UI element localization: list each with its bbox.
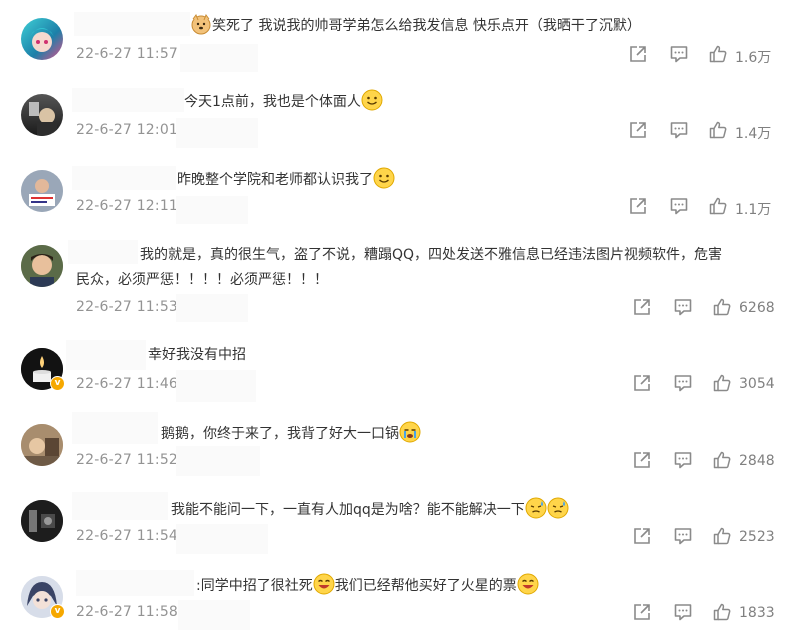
photo-avatar-icon [21, 424, 63, 466]
avatar[interactable] [21, 500, 63, 542]
photo-avatar-icon [29, 102, 57, 136]
comment-text-line2: 民众，必须严惩！！！！必须严惩！！！ [76, 272, 328, 288]
comment-text: 昨晚整个学院和老师都认识我了 [177, 167, 395, 193]
comment-actions: 2523 [632, 526, 792, 546]
anime-avatar-icon [29, 28, 55, 52]
photo-avatar-icon [21, 170, 63, 212]
date-redacted [176, 294, 248, 322]
comment-actions: 2848 [632, 450, 792, 470]
date-redacted [176, 446, 260, 476]
like-icon[interactable] [712, 373, 732, 393]
share-icon[interactable] [632, 297, 652, 317]
like-count: 1.1万 [735, 202, 772, 218]
comment-icon[interactable] [673, 297, 693, 317]
share-icon[interactable] [628, 44, 648, 64]
like-count: 1833 [739, 605, 775, 621]
username-redacted[interactable] [72, 492, 168, 520]
comment-date: 22-6-27 12:11 [76, 198, 179, 214]
like-count: 2848 [739, 453, 775, 469]
username-redacted[interactable] [74, 12, 190, 36]
comment-actions: 1.6万 [628, 44, 788, 66]
like-icon[interactable] [712, 297, 732, 317]
date-redacted [178, 600, 250, 630]
smile-emoji-icon [373, 167, 395, 189]
verified-badge-icon: v [50, 604, 65, 619]
comment-actions: 1.1万 [628, 196, 788, 218]
username-redacted[interactable] [66, 340, 146, 370]
share-icon[interactable] [628, 196, 648, 216]
avatar[interactable] [21, 18, 63, 60]
share-icon[interactable] [628, 120, 648, 140]
comment-text: 笑死了 我说我的帅哥学弟怎么给我发信息 快乐点开（我晒干了沉默） [190, 13, 641, 39]
crying-emoji-icon [399, 421, 421, 443]
comment-icon[interactable] [669, 120, 689, 140]
sweat-emoji-icon [525, 497, 547, 519]
like-icon[interactable] [712, 450, 732, 470]
comment-actions: 3054 [632, 373, 792, 393]
comment-icon[interactable] [673, 450, 693, 470]
date-redacted [180, 44, 258, 72]
date-redacted [176, 118, 258, 148]
like-icon[interactable] [708, 196, 728, 216]
like-count: 6268 [739, 300, 775, 316]
photo-avatar-icon [21, 500, 63, 542]
comment-text: 今天1点前，我也是个体面人 [184, 89, 383, 115]
avatar[interactable] [21, 170, 63, 212]
sweat-emoji-icon [547, 497, 569, 519]
date-redacted [176, 370, 256, 402]
grin-emoji-icon [517, 573, 539, 595]
share-icon[interactable] [632, 450, 652, 470]
like-icon[interactable] [708, 44, 728, 64]
like-icon[interactable] [712, 602, 732, 622]
like-count: 3054 [739, 376, 775, 392]
username-redacted[interactable] [72, 88, 184, 112]
username-redacted[interactable] [72, 412, 158, 444]
username-redacted[interactable] [72, 166, 176, 190]
comment-actions: 1833 [632, 602, 792, 622]
share-icon[interactable] [632, 526, 652, 546]
avatar[interactable] [21, 94, 63, 136]
username-redacted[interactable] [68, 240, 138, 264]
smile-emoji-icon [361, 89, 383, 111]
grin-emoji-icon [313, 573, 335, 595]
comment-icon[interactable] [669, 44, 689, 64]
comment-date: 22-6-27 11:53 [76, 299, 179, 315]
comment-icon[interactable] [673, 526, 693, 546]
comment-text: 幸好我没有中招 [148, 347, 246, 363]
share-icon[interactable] [632, 602, 652, 622]
comment-date: 22-6-27 11:54 [76, 528, 179, 544]
comment-date: 22-6-27 11:52 [76, 452, 179, 468]
like-count: 2523 [739, 529, 775, 545]
comment-date: 22-6-27 11:58 [76, 604, 179, 620]
comment-icon[interactable] [673, 373, 693, 393]
comment-text: 鹅鹅，你终于来了，我背了好大一口锅 [161, 421, 421, 447]
date-redacted [176, 524, 268, 554]
comment-date: 22-6-27 12:01 [76, 122, 179, 138]
avatar[interactable] [21, 245, 63, 287]
avatar[interactable] [21, 424, 63, 466]
username-redacted[interactable] [76, 570, 194, 596]
verified-badge-icon: v [50, 376, 65, 391]
comment-text: 我能不能问一下，一直有人加qq是为啥？能不能解决一下 [171, 497, 569, 523]
photo-avatar-icon [21, 245, 63, 287]
date-redacted [176, 196, 248, 224]
doge-emoji-icon [190, 13, 212, 35]
comment-date: 22-6-27 11:46 [76, 376, 179, 392]
share-icon[interactable] [632, 373, 652, 393]
like-icon[interactable] [712, 526, 732, 546]
like-count: 1.4万 [735, 126, 772, 142]
comment-date: 22-6-27 11:57 [76, 46, 179, 62]
like-count: 1.6万 [735, 50, 772, 66]
comment-icon[interactable] [673, 602, 693, 622]
comment-icon[interactable] [669, 196, 689, 216]
comment-actions: 1.4万 [628, 120, 788, 142]
comment-text: 我的就是，真的很生气，盗了不说，糟蹋QQ，四处发送不雅信息已经违法图片视频软件，… [140, 247, 723, 263]
comment-text: :同学中招了很社死 我们已经帮他买好了火星的票 [196, 573, 539, 599]
like-icon[interactable] [708, 120, 728, 140]
comment-actions: 6268 [632, 297, 792, 317]
